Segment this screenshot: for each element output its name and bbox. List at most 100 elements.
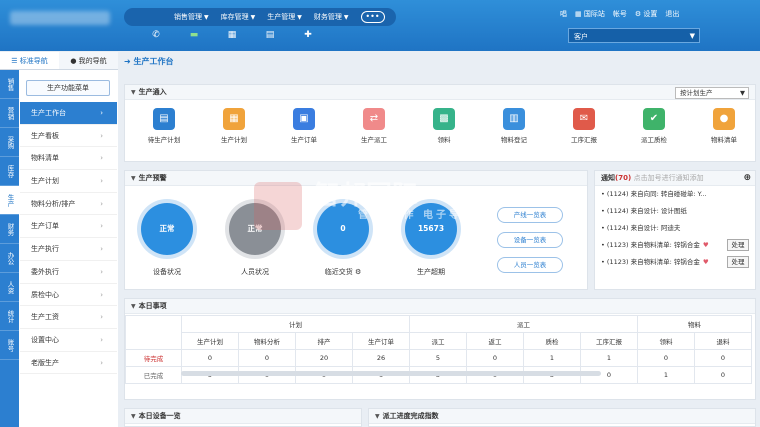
corner-cell bbox=[125, 315, 182, 350]
vtab-account[interactable]: 账号 bbox=[0, 331, 19, 360]
customer-select[interactable]: 客户 ▼ bbox=[568, 28, 700, 43]
chevron-down-icon: ▼ bbox=[343, 14, 349, 21]
settings-link[interactable]: ⚙ 设置 bbox=[635, 9, 658, 19]
more-menu-button[interactable]: ••• bbox=[360, 11, 385, 23]
notice-item[interactable]: • (1124) 来自向同: 转自碰碰单: Y... bbox=[595, 186, 755, 203]
page-title: ➜ 生产工作台 bbox=[124, 57, 174, 66]
chevron-down-icon: ▼ bbox=[689, 32, 695, 40]
vtab-production[interactable]: 生产 bbox=[0, 186, 19, 215]
column-header: 物料分析 bbox=[238, 332, 296, 350]
menu-item-wages[interactable]: 生产工资 › bbox=[20, 306, 117, 329]
menu-item-board[interactable]: 生产看板 › bbox=[20, 125, 117, 148]
table-cell[interactable]: 1 bbox=[637, 366, 695, 384]
vtab-hr[interactable]: 人资 bbox=[0, 273, 19, 302]
entry-item[interactable]: ▥ 物料登记 bbox=[479, 105, 549, 144]
vtab-office[interactable]: 办公 bbox=[0, 244, 19, 273]
link-account[interactable]: 帐号 bbox=[613, 9, 627, 19]
horizontal-scrollbar[interactable] bbox=[181, 371, 601, 376]
vtab-stats[interactable]: 统计 bbox=[0, 302, 19, 331]
tab-my-nav[interactable]: ● 我的导航 bbox=[59, 52, 118, 69]
vtab-sales[interactable]: 销售 bbox=[0, 70, 19, 99]
entry-item[interactable]: ▩ 领料 bbox=[409, 105, 479, 144]
menu-sales[interactable]: 销售管理 ▼ bbox=[174, 12, 209, 22]
table-cell[interactable]: 0 bbox=[694, 349, 752, 367]
menu-item-order[interactable]: 生产订单 › bbox=[20, 215, 117, 239]
entry-header: ▼ 生产通入 bbox=[125, 85, 755, 100]
vtab-purchase[interactable]: 采购 bbox=[0, 128, 19, 157]
column-header: 生产计划 bbox=[181, 332, 239, 350]
column-header: 退料 bbox=[694, 332, 752, 350]
notice-item[interactable]: • (1123) 来自物料清单: 锌锅合金 ♥ 处理 bbox=[595, 254, 755, 271]
menu-item-analysis[interactable]: 物料分析/排产 › bbox=[20, 193, 117, 216]
production-function-menu-button[interactable]: 生产功能菜单 bbox=[26, 80, 110, 96]
entry-item[interactable]: ▤ 待生产计划 bbox=[129, 105, 199, 144]
menu-item-outsource[interactable]: 委外执行 › bbox=[20, 261, 117, 284]
gear-icon[interactable]: ⚙ bbox=[355, 268, 361, 276]
module-vertical-tabs: 销售 营销 采购 库存 生产 财务 办公 人资 统计 账号 bbox=[0, 70, 19, 427]
dispatch-progress-panel: ▼ 派工进度完成指数 bbox=[368, 408, 756, 427]
tab-standard-nav[interactable]: ☰ 标准导航 bbox=[0, 52, 59, 69]
process-button[interactable]: 处理 bbox=[727, 256, 749, 268]
overdue-label: 生产超期 bbox=[417, 268, 445, 276]
link-1[interactable]: 唱 bbox=[560, 9, 567, 19]
grid-icon[interactable]: ▦ bbox=[220, 30, 244, 44]
message-icon[interactable]: ▬ bbox=[182, 30, 206, 44]
table-cell[interactable]: 5 bbox=[409, 349, 467, 367]
chevron-right-icon: › bbox=[100, 335, 103, 344]
entry-item[interactable]: ✉ 工序汇报 bbox=[549, 105, 619, 144]
document-icon[interactable]: ▤ bbox=[258, 30, 282, 44]
app-logo bbox=[10, 11, 110, 25]
table-cell[interactable]: 0 bbox=[466, 349, 524, 367]
vtab-marketing[interactable]: 营销 bbox=[0, 99, 19, 128]
menu-item-workbench[interactable]: 生产工作台 › bbox=[20, 102, 117, 125]
entry-item[interactable]: ⇄ 生产派工 bbox=[339, 105, 409, 144]
entry-item-label: 领料 bbox=[437, 136, 451, 144]
logout-link[interactable]: 退出 bbox=[665, 9, 679, 19]
process-button[interactable]: 处理 bbox=[727, 239, 749, 251]
menu-item-settings[interactable]: 设置中心 › bbox=[20, 329, 117, 352]
table-cell[interactable]: 1 bbox=[523, 349, 581, 367]
notice-item[interactable]: • (1124) 来自设计: 阿迪夫 bbox=[595, 220, 755, 237]
production-mode-select[interactable]: 按计划生产 ▼ bbox=[675, 87, 749, 99]
group-header-material: 物料 bbox=[637, 315, 752, 333]
menu-finance[interactable]: 财务管理 ▼ bbox=[314, 12, 349, 22]
entry-item[interactable]: ● 物料清单 bbox=[689, 105, 759, 144]
menu-item-bom[interactable]: 物料清单 › bbox=[20, 147, 117, 171]
table-cell[interactable]: 0 bbox=[694, 366, 752, 384]
staff-list-button[interactable]: 人员一览表 bbox=[497, 257, 563, 273]
menu-item-execution[interactable]: 生产执行 › bbox=[20, 238, 117, 261]
triangle-down-icon: ▼ bbox=[375, 413, 380, 420]
chevron-down-icon: ▼ bbox=[250, 14, 256, 21]
table-cell[interactable]: 1 bbox=[580, 349, 638, 367]
table-cell[interactable]: 0 bbox=[238, 349, 296, 367]
vtab-finance[interactable]: 财务 bbox=[0, 215, 19, 244]
entry-item-label: 物料登记 bbox=[501, 136, 527, 144]
notice-item[interactable]: • (1123) 来自物料清单: 锌锅合金 ♥ 处理 bbox=[595, 237, 755, 254]
menu-item-plan[interactable]: 生产计划 › bbox=[20, 170, 117, 193]
table-cell[interactable]: 20 bbox=[295, 349, 353, 367]
table-cell[interactable]: 0 bbox=[637, 349, 695, 367]
add-circle-icon[interactable]: ⊕ bbox=[743, 171, 751, 186]
link-international[interactable]: ▦ 国际站 bbox=[575, 9, 605, 19]
entry-item-label: 生产订单 bbox=[291, 136, 317, 144]
entry-item[interactable]: ▦ 生产计划 bbox=[199, 105, 269, 144]
production-line-list-button[interactable]: 产线一览表 bbox=[497, 207, 563, 223]
menu-item-qc[interactable]: 质检中心 › bbox=[20, 284, 117, 307]
menu-item-legacy[interactable]: 老版生产 › bbox=[20, 352, 117, 375]
top-right-links: 唱 ▦ 国际站 帐号 ⚙ 设置 退出 bbox=[560, 9, 679, 19]
table-cell[interactable]: 0 bbox=[181, 349, 239, 367]
equipment-list-button[interactable]: 设备一览表 bbox=[497, 232, 563, 248]
add-icon[interactable]: ✚ bbox=[296, 30, 320, 44]
entry-item[interactable]: ✔ 派工质检 bbox=[619, 105, 689, 144]
notice-item[interactable]: • (1124) 来自设计: 设计图纸 bbox=[595, 203, 755, 220]
table-cell[interactable]: 26 bbox=[352, 349, 410, 367]
equipment-status-circle[interactable]: 正常 bbox=[141, 203, 193, 255]
column-header: 派工 bbox=[409, 332, 467, 350]
entry-item[interactable]: ▣ 生产订单 bbox=[269, 105, 339, 144]
menu-inventory[interactable]: 库存管理 ▼ bbox=[221, 12, 256, 22]
equipment-today-header: ▼ 本日设备一览 bbox=[125, 409, 361, 424]
phone-icon[interactable]: ✆ bbox=[144, 30, 168, 44]
vtab-inventory[interactable]: 库存 bbox=[0, 157, 19, 186]
chevron-right-icon: › bbox=[100, 245, 103, 254]
menu-production[interactable]: 生产管理 ▼ bbox=[267, 12, 302, 22]
